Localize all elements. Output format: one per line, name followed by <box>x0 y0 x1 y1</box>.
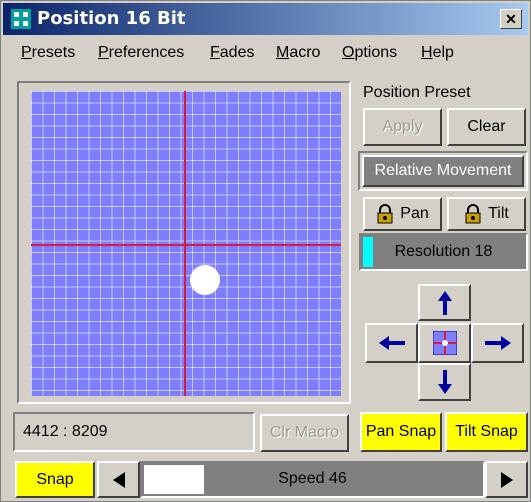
tilt-lock-button[interactable]: Tilt <box>447 197 526 231</box>
crosshair-horizontal <box>31 244 341 246</box>
menu-options[interactable]: Options <box>342 44 397 62</box>
speed-label: Speed 46 <box>278 470 347 487</box>
move-up-button[interactable] <box>418 284 471 321</box>
lock-icon <box>377 204 393 224</box>
pan-snap-button[interactable]: Pan Snap <box>360 412 442 452</box>
tilt-lock-label: Tilt <box>488 205 509 222</box>
menu-help[interactable]: Help <box>421 44 454 62</box>
relative-movement-frame: Relative Movement <box>358 151 528 191</box>
menu-preferences[interactable]: Preferences <box>98 44 184 62</box>
close-button[interactable]: ✕ <box>500 9 522 29</box>
resolution-slider[interactable]: Resolution 18 <box>359 233 528 271</box>
coordinates-readout: 4412 : 8209 <box>23 423 108 440</box>
speed-slider[interactable]: Speed 46 <box>140 461 485 498</box>
center-button[interactable] <box>418 323 471 363</box>
clr-macro-button[interactable]: Clr Macro <box>260 414 349 452</box>
arrow-left-icon <box>378 336 405 350</box>
snap-button[interactable]: Snap <box>15 461 95 498</box>
menu-bar: Presets Preferences Fades Macro Options … <box>3 38 528 68</box>
arrow-right-icon <box>484 336 511 350</box>
move-down-button[interactable] <box>418 363 471 401</box>
relative-movement-button[interactable]: Relative Movement <box>362 155 524 187</box>
menu-fades[interactable]: Fades <box>210 44 254 62</box>
pan-lock-label: Pan <box>400 205 429 222</box>
position-grid-frame <box>17 81 351 404</box>
menu-macro[interactable]: Macro <box>276 44 320 62</box>
move-left-button[interactable] <box>365 323 418 363</box>
arrow-down-icon <box>437 370 452 394</box>
triangle-right-icon <box>500 471 513 488</box>
triangle-left-icon <box>112 471 125 488</box>
window-title: Position 16 Bit <box>37 8 186 29</box>
position-preset-heading: Position Preset <box>363 84 471 101</box>
position-cursor[interactable] <box>190 265 220 295</box>
speed-increase-button[interactable] <box>485 461 528 498</box>
close-icon: ✕ <box>505 11 517 27</box>
menu-presets[interactable]: Presets <box>21 44 75 62</box>
clear-button[interactable]: Clear <box>447 108 526 146</box>
pan-lock-button[interactable]: Pan <box>363 197 442 231</box>
lock-icon <box>465 204 481 224</box>
arrow-up-icon <box>437 290 452 315</box>
apply-button[interactable]: Apply <box>363 108 442 146</box>
app-icon <box>11 9 31 29</box>
speed-decrease-button[interactable] <box>97 461 140 498</box>
coordinates-display: 4412 : 8209 <box>13 412 255 452</box>
tilt-snap-button[interactable]: Tilt Snap <box>445 412 528 452</box>
center-grid-icon <box>432 331 457 355</box>
position-window: Position 16 Bit ✕ Presets Preferences Fa… <box>0 0 531 502</box>
title-bar: Position 16 Bit ✕ <box>3 3 528 35</box>
resolution-label: Resolution 18 <box>394 243 493 260</box>
move-right-button[interactable] <box>471 323 524 363</box>
